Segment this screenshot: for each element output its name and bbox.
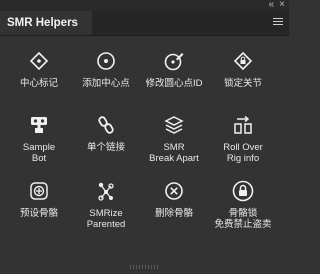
robot-icon	[31, 117, 47, 133]
close-panel-icon[interactable]: ×	[279, 0, 285, 10]
circle-x-icon	[165, 182, 183, 200]
layers-icon	[164, 116, 184, 134]
tool-label: Sample	[22, 142, 56, 153]
tool-label: 单个链接	[86, 142, 125, 153]
tool-label: 中心标记	[19, 78, 58, 89]
tool-label: 修改圆心点ID	[145, 78, 203, 89]
tool-label: 删除骨骼	[154, 208, 193, 219]
tool-label-line2: 免费禁止盗卖	[214, 219, 272, 230]
circle-dot-icon	[97, 52, 115, 70]
tool-label-line2: Parented	[86, 219, 126, 230]
single-link-button[interactable]: 单个链接	[70, 114, 142, 153]
circle-pencil-icon	[164, 53, 184, 71]
modify-center-id-button[interactable]: 修改圆心点ID	[138, 50, 210, 89]
tool-label: SMR	[163, 142, 185, 153]
rig-rollover-icon	[234, 115, 252, 134]
smr-break-apart-button[interactable]: SMR Break Apart	[138, 114, 210, 164]
lock-chain-icon	[233, 51, 253, 71]
tool-label-line2: Break Apart	[149, 153, 199, 164]
tool-label: 添加中心点	[82, 78, 130, 89]
tool-label: 骨骼锁	[228, 208, 258, 219]
tool-label-line2: Rig info	[226, 153, 260, 164]
tool-label: 预设骨骼	[19, 208, 58, 219]
panel-menu-icon[interactable]	[273, 18, 283, 27]
add-center-point-button[interactable]: 添加中心点	[70, 50, 142, 89]
collapse-panel-icon[interactable]: «	[268, 0, 274, 10]
tool-label: Roll Over	[223, 142, 263, 153]
resize-grip[interactable]	[130, 256, 160, 269]
window-titlebar: « ×	[0, 0, 289, 11]
lock-joint-button[interactable]: 锁定关节	[207, 50, 279, 89]
sample-bot-button[interactable]: Sample Bot	[3, 114, 75, 164]
bone-lock-button[interactable]: 骨骼锁 免费禁止盗卖	[207, 180, 279, 230]
diamond-target-icon	[29, 51, 49, 71]
tool-label: SMRize	[89, 208, 123, 219]
tool-label: 锁定关节	[223, 78, 262, 89]
smrize-parented-button[interactable]: SMRize Parented	[70, 180, 142, 230]
preset-bones-button[interactable]: 预设骨骼	[3, 180, 75, 219]
tool-label-line2: Bot	[31, 153, 47, 164]
link-icon	[98, 116, 114, 134]
panel-tabbar: SMR Helpers	[0, 11, 289, 36]
padlock-icon	[232, 180, 254, 202]
rig-nodes-icon	[98, 182, 114, 201]
delete-bones-button[interactable]: 删除骨骼	[138, 180, 210, 219]
panel-tab-smr-helpers[interactable]: SMR Helpers	[0, 11, 92, 35]
tool-grid: 中心标记 添加中心点 修改圆心点ID 锁定关节 Sample Bot 单个链接 …	[0, 36, 289, 252]
center-marker-button[interactable]: 中心标记	[3, 50, 75, 89]
roll-over-rig-info-button[interactable]: Roll Over Rig info	[207, 114, 279, 164]
bone-target-icon	[30, 182, 48, 200]
